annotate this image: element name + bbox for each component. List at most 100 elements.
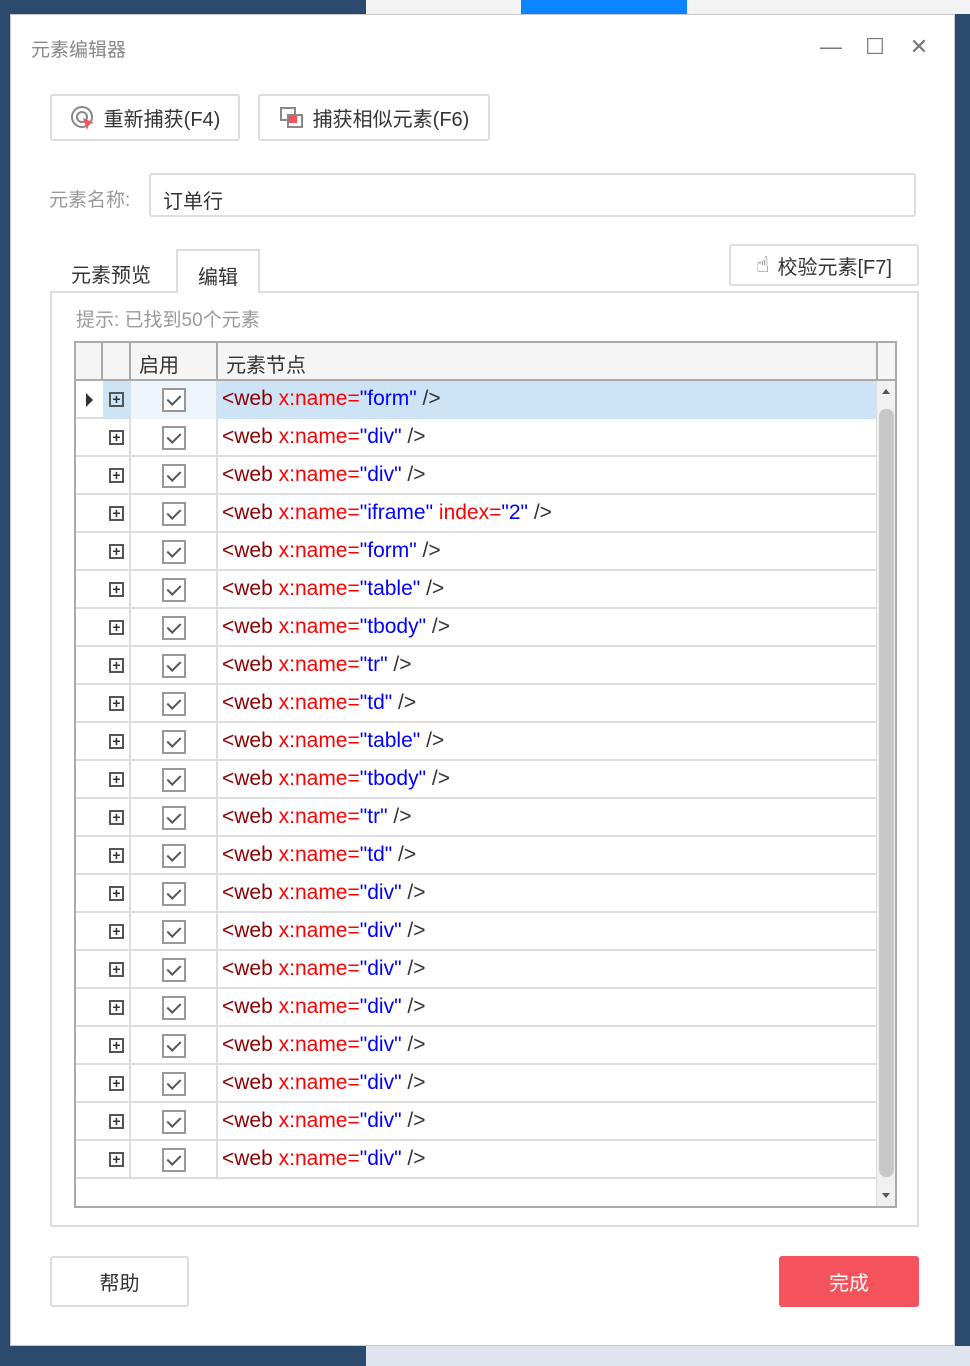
element-node-cell[interactable]: <web x:name="iframe" index="2" /> <box>218 495 878 533</box>
expand-icon[interactable]: + <box>109 696 124 711</box>
table-row[interactable]: + <web x:name="div" /> <box>76 1065 878 1103</box>
row-header[interactable] <box>76 875 103 913</box>
element-node-cell[interactable]: <web x:name="form" /> <box>218 533 878 571</box>
help-button[interactable]: 帮助 <box>50 1256 189 1307</box>
table-row[interactable]: + <web x:name="iframe" index="2" /> <box>76 495 878 533</box>
expand-icon[interactable]: + <box>109 392 124 407</box>
recapture-button[interactable]: 重新捕获(F4) <box>50 94 240 141</box>
enabled-checkbox[interactable] <box>162 730 186 754</box>
table-row[interactable]: + <web x:name="tbody" /> <box>76 761 878 799</box>
table-row[interactable]: + <web x:name="table" /> <box>76 723 878 761</box>
enabled-checkbox[interactable] <box>162 616 186 640</box>
table-row[interactable]: + <web x:name="form" /> <box>76 381 878 419</box>
row-header[interactable] <box>76 457 103 495</box>
table-row[interactable]: + <web x:name="form" /> <box>76 533 878 571</box>
row-header[interactable] <box>76 1103 103 1141</box>
enabled-checkbox[interactable] <box>162 996 186 1020</box>
table-row[interactable]: + <web x:name="table" /> <box>76 571 878 609</box>
row-header[interactable] <box>76 761 103 799</box>
enabled-checkbox[interactable] <box>162 1148 186 1172</box>
expand-icon[interactable]: + <box>109 886 124 901</box>
enabled-checkbox[interactable] <box>162 1072 186 1096</box>
close-button[interactable]: ✕ <box>907 35 931 59</box>
element-node-cell[interactable]: <web x:name="div" /> <box>218 457 878 495</box>
column-enabled[interactable]: 启用 <box>131 343 218 379</box>
enabled-checkbox[interactable] <box>162 882 186 906</box>
row-header[interactable] <box>76 533 103 571</box>
element-node-cell[interactable]: <web x:name="div" /> <box>218 913 878 951</box>
vertical-scrollbar[interactable] <box>876 381 895 1206</box>
expand-icon[interactable]: + <box>109 1076 124 1091</box>
expand-icon[interactable]: + <box>109 1114 124 1129</box>
row-header[interactable] <box>76 1065 103 1103</box>
table-row[interactable]: + <web x:name="div" /> <box>76 989 878 1027</box>
row-header[interactable] <box>76 571 103 609</box>
enabled-checkbox[interactable] <box>162 654 186 678</box>
element-node-cell[interactable]: <web x:name="div" /> <box>218 951 878 989</box>
table-row[interactable]: + <web x:name="div" /> <box>76 457 878 495</box>
enabled-checkbox[interactable] <box>162 1110 186 1134</box>
enabled-checkbox[interactable] <box>162 464 186 488</box>
element-node-cell[interactable]: <web x:name="form" /> <box>218 381 878 419</box>
validate-element-button[interactable]: ☝ 校验元素[F7] <box>729 244 919 286</box>
minimize-button[interactable]: — <box>819 35 843 59</box>
table-row[interactable]: + <web x:name="div" /> <box>76 1027 878 1065</box>
enabled-checkbox[interactable] <box>162 426 186 450</box>
scroll-down-icon[interactable] <box>882 1193 890 1198</box>
expand-icon[interactable]: + <box>109 1000 124 1015</box>
expand-icon[interactable]: + <box>109 430 124 445</box>
scrollbar-thumb[interactable] <box>879 409 894 1177</box>
enabled-checkbox[interactable] <box>162 692 186 716</box>
enabled-checkbox[interactable] <box>162 920 186 944</box>
enabled-checkbox[interactable] <box>162 806 186 830</box>
expand-icon[interactable]: + <box>109 582 124 597</box>
element-node-cell[interactable]: <web x:name="tbody" /> <box>218 761 878 799</box>
row-header[interactable] <box>76 837 103 875</box>
table-row[interactable]: + <web x:name="div" /> <box>76 1103 878 1141</box>
table-row[interactable]: + <web x:name="div" /> <box>76 951 878 989</box>
expand-icon[interactable]: + <box>109 1038 124 1053</box>
expand-icon[interactable]: + <box>109 848 124 863</box>
scroll-up-icon[interactable] <box>882 389 890 394</box>
enabled-checkbox[interactable] <box>162 502 186 526</box>
element-node-cell[interactable]: <web x:name="div" /> <box>218 989 878 1027</box>
row-header[interactable] <box>76 419 103 457</box>
element-node-cell[interactable]: <web x:name="div" /> <box>218 1141 878 1179</box>
row-header[interactable] <box>76 723 103 761</box>
table-row[interactable]: + <web x:name="div" /> <box>76 419 878 457</box>
enabled-checkbox[interactable] <box>162 1034 186 1058</box>
element-node-cell[interactable]: <web x:name="td" /> <box>218 837 878 875</box>
expand-icon[interactable]: + <box>109 658 124 673</box>
enabled-checkbox[interactable] <box>162 388 186 412</box>
table-row[interactable]: + <web x:name="td" /> <box>76 837 878 875</box>
row-header[interactable] <box>76 685 103 723</box>
done-button[interactable]: 完成 <box>779 1256 919 1307</box>
element-node-cell[interactable]: <web x:name="div" /> <box>218 1027 878 1065</box>
row-header[interactable] <box>76 1141 103 1179</box>
expand-icon[interactable]: + <box>109 468 124 483</box>
row-header[interactable] <box>76 381 103 419</box>
table-row[interactable]: + <web x:name="tr" /> <box>76 647 878 685</box>
expand-icon[interactable]: + <box>109 1152 124 1167</box>
element-node-cell[interactable]: <web x:name="td" /> <box>218 685 878 723</box>
table-row[interactable]: + <web x:name="div" /> <box>76 913 878 951</box>
element-node-cell[interactable]: <web x:name="div" /> <box>218 419 878 457</box>
table-row[interactable]: + <web x:name="div" /> <box>76 1141 878 1179</box>
element-node-cell[interactable]: <web x:name="div" /> <box>218 875 878 913</box>
expand-icon[interactable]: + <box>109 734 124 749</box>
table-row[interactable]: + <web x:name="tr" /> <box>76 799 878 837</box>
row-header[interactable] <box>76 609 103 647</box>
table-row[interactable]: + <web x:name="tbody" /> <box>76 609 878 647</box>
row-header[interactable] <box>76 989 103 1027</box>
expand-icon[interactable]: + <box>109 924 124 939</box>
element-node-cell[interactable]: <web x:name="table" /> <box>218 571 878 609</box>
enabled-checkbox[interactable] <box>162 578 186 602</box>
element-node-cell[interactable]: <web x:name="div" /> <box>218 1065 878 1103</box>
expand-icon[interactable]: + <box>109 810 124 825</box>
expand-icon[interactable]: + <box>109 962 124 977</box>
element-node-cell[interactable]: <web x:name="tbody" /> <box>218 609 878 647</box>
row-header[interactable] <box>76 647 103 685</box>
element-name-input[interactable]: 订单行 <box>149 173 916 217</box>
expand-icon[interactable]: + <box>109 620 124 635</box>
enabled-checkbox[interactable] <box>162 958 186 982</box>
